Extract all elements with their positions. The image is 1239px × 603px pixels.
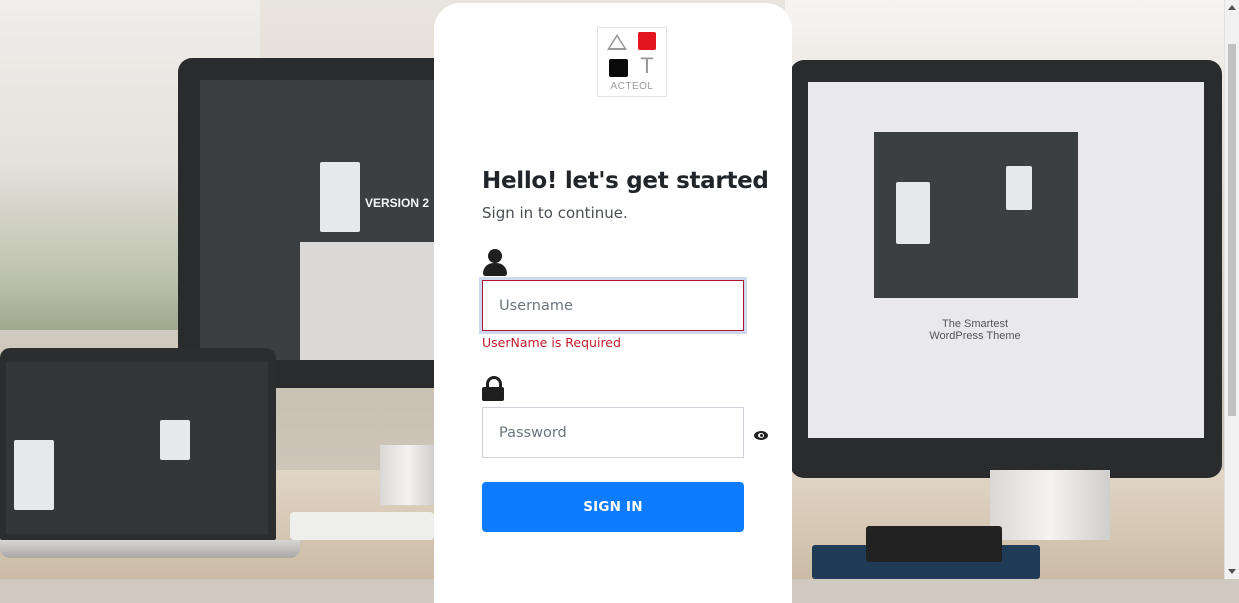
screen-thumbnail xyxy=(1006,166,1032,210)
sign-in-button[interactable]: SIGN IN xyxy=(482,482,744,532)
screen-version-text: VERSION 2 xyxy=(364,196,430,210)
password-input[interactable] xyxy=(482,407,744,458)
screen-thumbnail xyxy=(320,162,360,232)
keyboard xyxy=(290,512,434,540)
vertical-scrollbar[interactable] xyxy=(1224,0,1239,579)
page-subtitle: Sign in to continue. xyxy=(482,204,628,222)
scroll-up-arrow-icon[interactable] xyxy=(1228,5,1236,10)
laptop-base xyxy=(0,540,300,558)
page-title: Hello! let's get started xyxy=(482,168,769,194)
user-icon xyxy=(482,249,508,277)
right-monitor-stand xyxy=(990,470,1110,540)
username-input[interactable] xyxy=(482,280,744,331)
center-screen-panel xyxy=(300,242,434,360)
screen-thumbnail xyxy=(14,440,54,510)
lock-icon xyxy=(482,376,504,402)
username-error-message: UserName is Required xyxy=(482,335,621,350)
acteol-logo: T ACTEOL xyxy=(597,27,667,97)
eye-icon[interactable] xyxy=(754,431,768,440)
book-black xyxy=(866,526,1002,562)
logo-black-square xyxy=(609,59,628,77)
scroll-down-arrow-icon[interactable] xyxy=(1228,569,1236,574)
scrollbar-thumb[interactable] xyxy=(1228,44,1236,416)
center-monitor-stand xyxy=(380,445,435,505)
logo-triangle xyxy=(607,34,627,50)
logo-red-square xyxy=(638,32,656,50)
screen-thumbnail xyxy=(160,420,190,460)
screen-tagline-text: The Smartest WordPress Theme xyxy=(929,318,1021,342)
screen-thumbnail xyxy=(896,182,930,244)
logo-t-letter: T xyxy=(640,53,654,78)
logo-wordmark: ACTEOL xyxy=(610,81,654,92)
